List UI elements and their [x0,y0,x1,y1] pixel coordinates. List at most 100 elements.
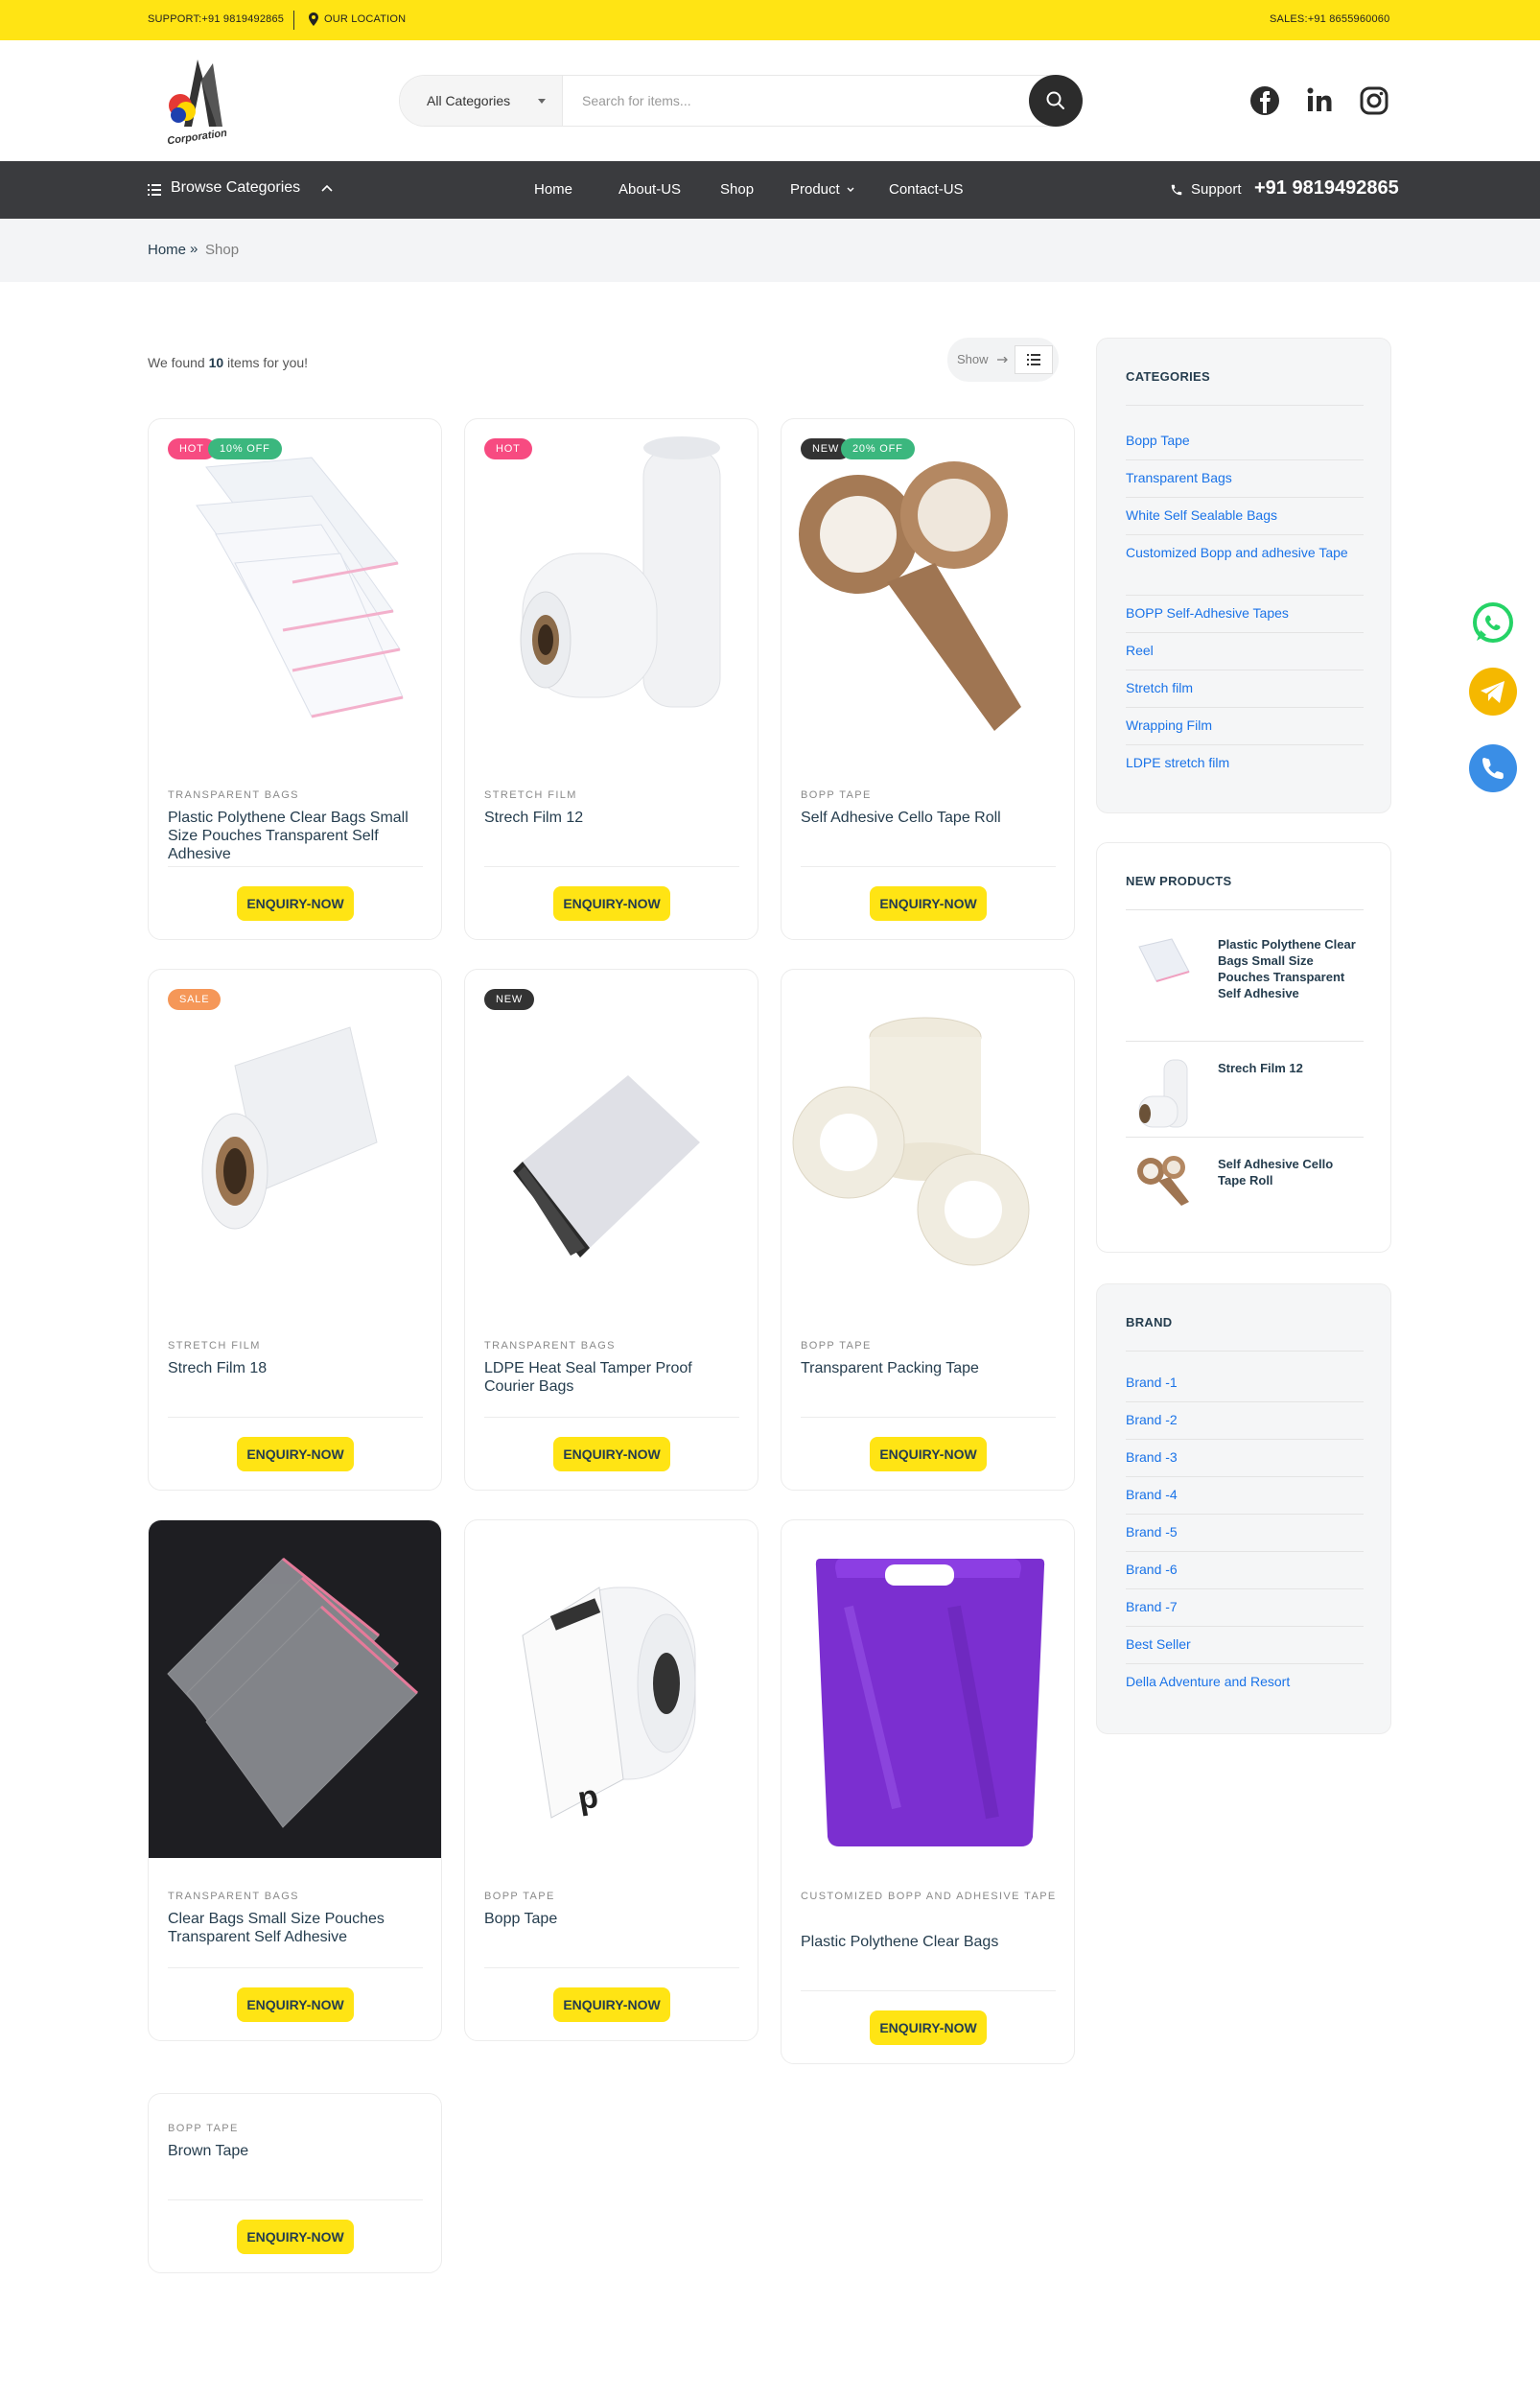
instagram-icon[interactable] [1358,84,1390,117]
category-select[interactable]: All Categories [400,76,563,126]
product-card[interactable]: HOT STRETCH FILM Strech Film 12 ENQUIRY-… [464,418,758,940]
linkedin-icon[interactable] [1304,84,1337,117]
brand-link[interactable]: Brand -3 [1126,1446,1365,1469]
category-link[interactable]: Transparent Bags [1126,466,1365,489]
product-category[interactable]: STRETCH FILM [484,784,743,807]
product-category[interactable]: BOPP TAPE [168,2117,427,2140]
category-link[interactable]: White Self Sealable Bags [1126,504,1365,527]
category-link[interactable]: Customized Bopp and adhesive Tape [1126,541,1365,564]
product-image[interactable] [782,1520,1074,1858]
category-link[interactable]: Reel [1126,639,1365,662]
product-title[interactable]: Bopp Tape [484,1910,743,1928]
telegram-button[interactable] [1469,668,1517,716]
enquiry-now-button[interactable]: ENQUIRY-NOW [553,886,670,921]
new-product-title[interactable]: Strech Film 12 [1218,1060,1362,1076]
product-card[interactable]: HOT 10% OFF TRANSPARENT BAGS Plastic Pol… [148,418,442,940]
whatsapp-button[interactable] [1469,599,1517,647]
product-image[interactable] [465,970,758,1307]
product-card[interactable]: p BOPP TAPE Bopp Tape ENQUIRY-NOW [464,1519,758,2041]
enquiry-now-button[interactable]: ENQUIRY-NOW [237,2220,354,2254]
product-category[interactable]: TRANSPARENT BAGS [168,1885,427,1908]
enquiry-now-button[interactable]: ENQUIRY-NOW [237,1987,354,2022]
enquiry-now-button[interactable]: ENQUIRY-NOW [870,1437,987,1471]
product-title[interactable]: Brown Tape [168,2142,427,2160]
product-image[interactable] [149,419,441,757]
enquiry-now-button[interactable]: ENQUIRY-NOW [553,1987,670,2022]
product-category[interactable]: TRANSPARENT BAGS [168,784,427,807]
product-card[interactable]: TRANSPARENT BAGS Clear Bags Small Size P… [148,1519,442,2041]
search-input[interactable] [582,89,1004,112]
nav-home[interactable]: Home [534,181,572,198]
product-category[interactable]: CUSTOMIZED BOPP AND ADHESIVE TAPE [801,1885,1060,1908]
nav-shop[interactable]: Shop [720,181,754,198]
product-image[interactable] [465,419,758,757]
brand-link[interactable]: Brand -1 [1126,1371,1365,1394]
product-title[interactable]: Self Adhesive Cello Tape Roll [801,809,1060,827]
nav-product[interactable]: Product [790,181,840,198]
nav-about[interactable]: About-US [618,181,681,198]
product-title[interactable]: Transparent Packing Tape [801,1359,1060,1377]
enquiry-now-button[interactable]: ENQUIRY-NOW [870,2010,987,2045]
nav-contact[interactable]: Contact-US [889,181,964,198]
divider [801,866,1056,867]
product-image[interactable] [149,1520,441,1858]
enquiry-now-button[interactable]: ENQUIRY-NOW [237,1437,354,1471]
product-category[interactable]: STRETCH FILM [168,1334,427,1357]
product-image[interactable] [782,419,1074,757]
new-product-thumb[interactable] [1132,929,1195,993]
product-category[interactable]: TRANSPARENT BAGS [484,1334,743,1357]
browse-categories-button[interactable]: Browse Categories [171,179,300,197]
brand-link[interactable]: Best Seller [1126,1633,1365,1656]
sales-phone-text[interactable]: SALES:+91 8655960060 [1270,13,1389,25]
support-phone[interactable]: +91 9819492865 [1254,177,1399,200]
product-card[interactable]: BOPP TAPE Transparent Packing Tape ENQUI… [781,969,1075,1491]
category-link[interactable]: Stretch film [1126,676,1365,699]
product-card[interactable]: SALE STRETCH FILM Strech Film 18 ENQUIRY… [148,969,442,1491]
search-button[interactable] [1029,75,1083,127]
product-card[interactable]: CUSTOMIZED BOPP AND ADHESIVE TAPE Plasti… [781,1519,1075,2064]
product-image[interactable] [149,970,441,1307]
product-category[interactable]: BOPP TAPE [801,1334,1060,1357]
breadcrumb-home[interactable]: Home [148,242,186,258]
product-title[interactable]: LDPE Heat Seal Tamper Proof Courier Bags [484,1359,743,1396]
product-category[interactable]: BOPP TAPE [484,1885,743,1908]
brand-link[interactable]: Brand -2 [1126,1408,1365,1431]
divider [1126,909,1364,910]
brand-link[interactable]: Brand -5 [1126,1520,1365,1543]
facebook-icon[interactable] [1248,84,1281,117]
brand-link[interactable]: Della Adventure and Resort [1126,1670,1365,1693]
product-title[interactable]: Strech Film 18 [168,1359,427,1377]
product-title[interactable]: Plastic Polythene Clear Bags Small Size … [168,809,427,863]
product-card[interactable]: NEW TRANSPARENT BAGS LDPE Heat Seal Tamp… [464,969,758,1491]
product-title[interactable]: Plastic Polythene Clear Bags [801,1933,1060,1951]
product-title[interactable]: Strech Film 12 [484,809,743,827]
product-card[interactable]: NEW 20% OFF BOPP TAPE Self Adhesive Cell… [781,418,1075,940]
new-product-thumb[interactable] [1132,1054,1195,1131]
category-link[interactable]: Wrapping Film [1126,714,1365,737]
search-icon [1046,91,1064,109]
category-link[interactable]: LDPE stretch film [1126,751,1365,774]
call-button[interactable] [1469,744,1517,792]
product-category[interactable]: BOPP TAPE [801,784,1060,807]
site-logo[interactable]: Corporation [159,52,236,148]
new-product-title[interactable]: Self Adhesive Cello Tape Roll [1218,1156,1362,1188]
brand-link[interactable]: Brand -7 [1126,1595,1365,1618]
support-phone-text[interactable]: SUPPORT:+91 9819492865 [148,13,284,25]
product-image[interactable]: p [465,1520,758,1858]
product-title[interactable]: Clear Bags Small Size Pouches Transparen… [168,1910,427,1946]
new-product-title[interactable]: Plastic Polythene Clear Bags Small Size … [1218,936,1362,1001]
product-card[interactable]: BOPP TAPE Brown Tape ENQUIRY-NOW [148,2093,442,2273]
new-product-thumb[interactable] [1132,1148,1195,1206]
brand-link[interactable]: Brand -4 [1126,1483,1365,1506]
enquiry-now-button[interactable]: ENQUIRY-NOW [237,886,354,921]
enquiry-now-button[interactable]: ENQUIRY-NOW [870,886,987,921]
category-link[interactable]: BOPP Self-Adhesive Tapes [1126,601,1365,624]
location-link[interactable]: OUR LOCATION [324,13,406,25]
enquiry-now-button[interactable]: ENQUIRY-NOW [553,1437,670,1471]
product-image[interactable] [782,970,1074,1307]
category-link[interactable]: Bopp Tape [1126,429,1365,452]
brand-link[interactable]: Brand -6 [1126,1558,1365,1581]
results-count: We found 10 items for you! [148,355,308,370]
breadcrumb-separator: » [190,241,198,257]
list-view-button[interactable] [1015,345,1053,374]
